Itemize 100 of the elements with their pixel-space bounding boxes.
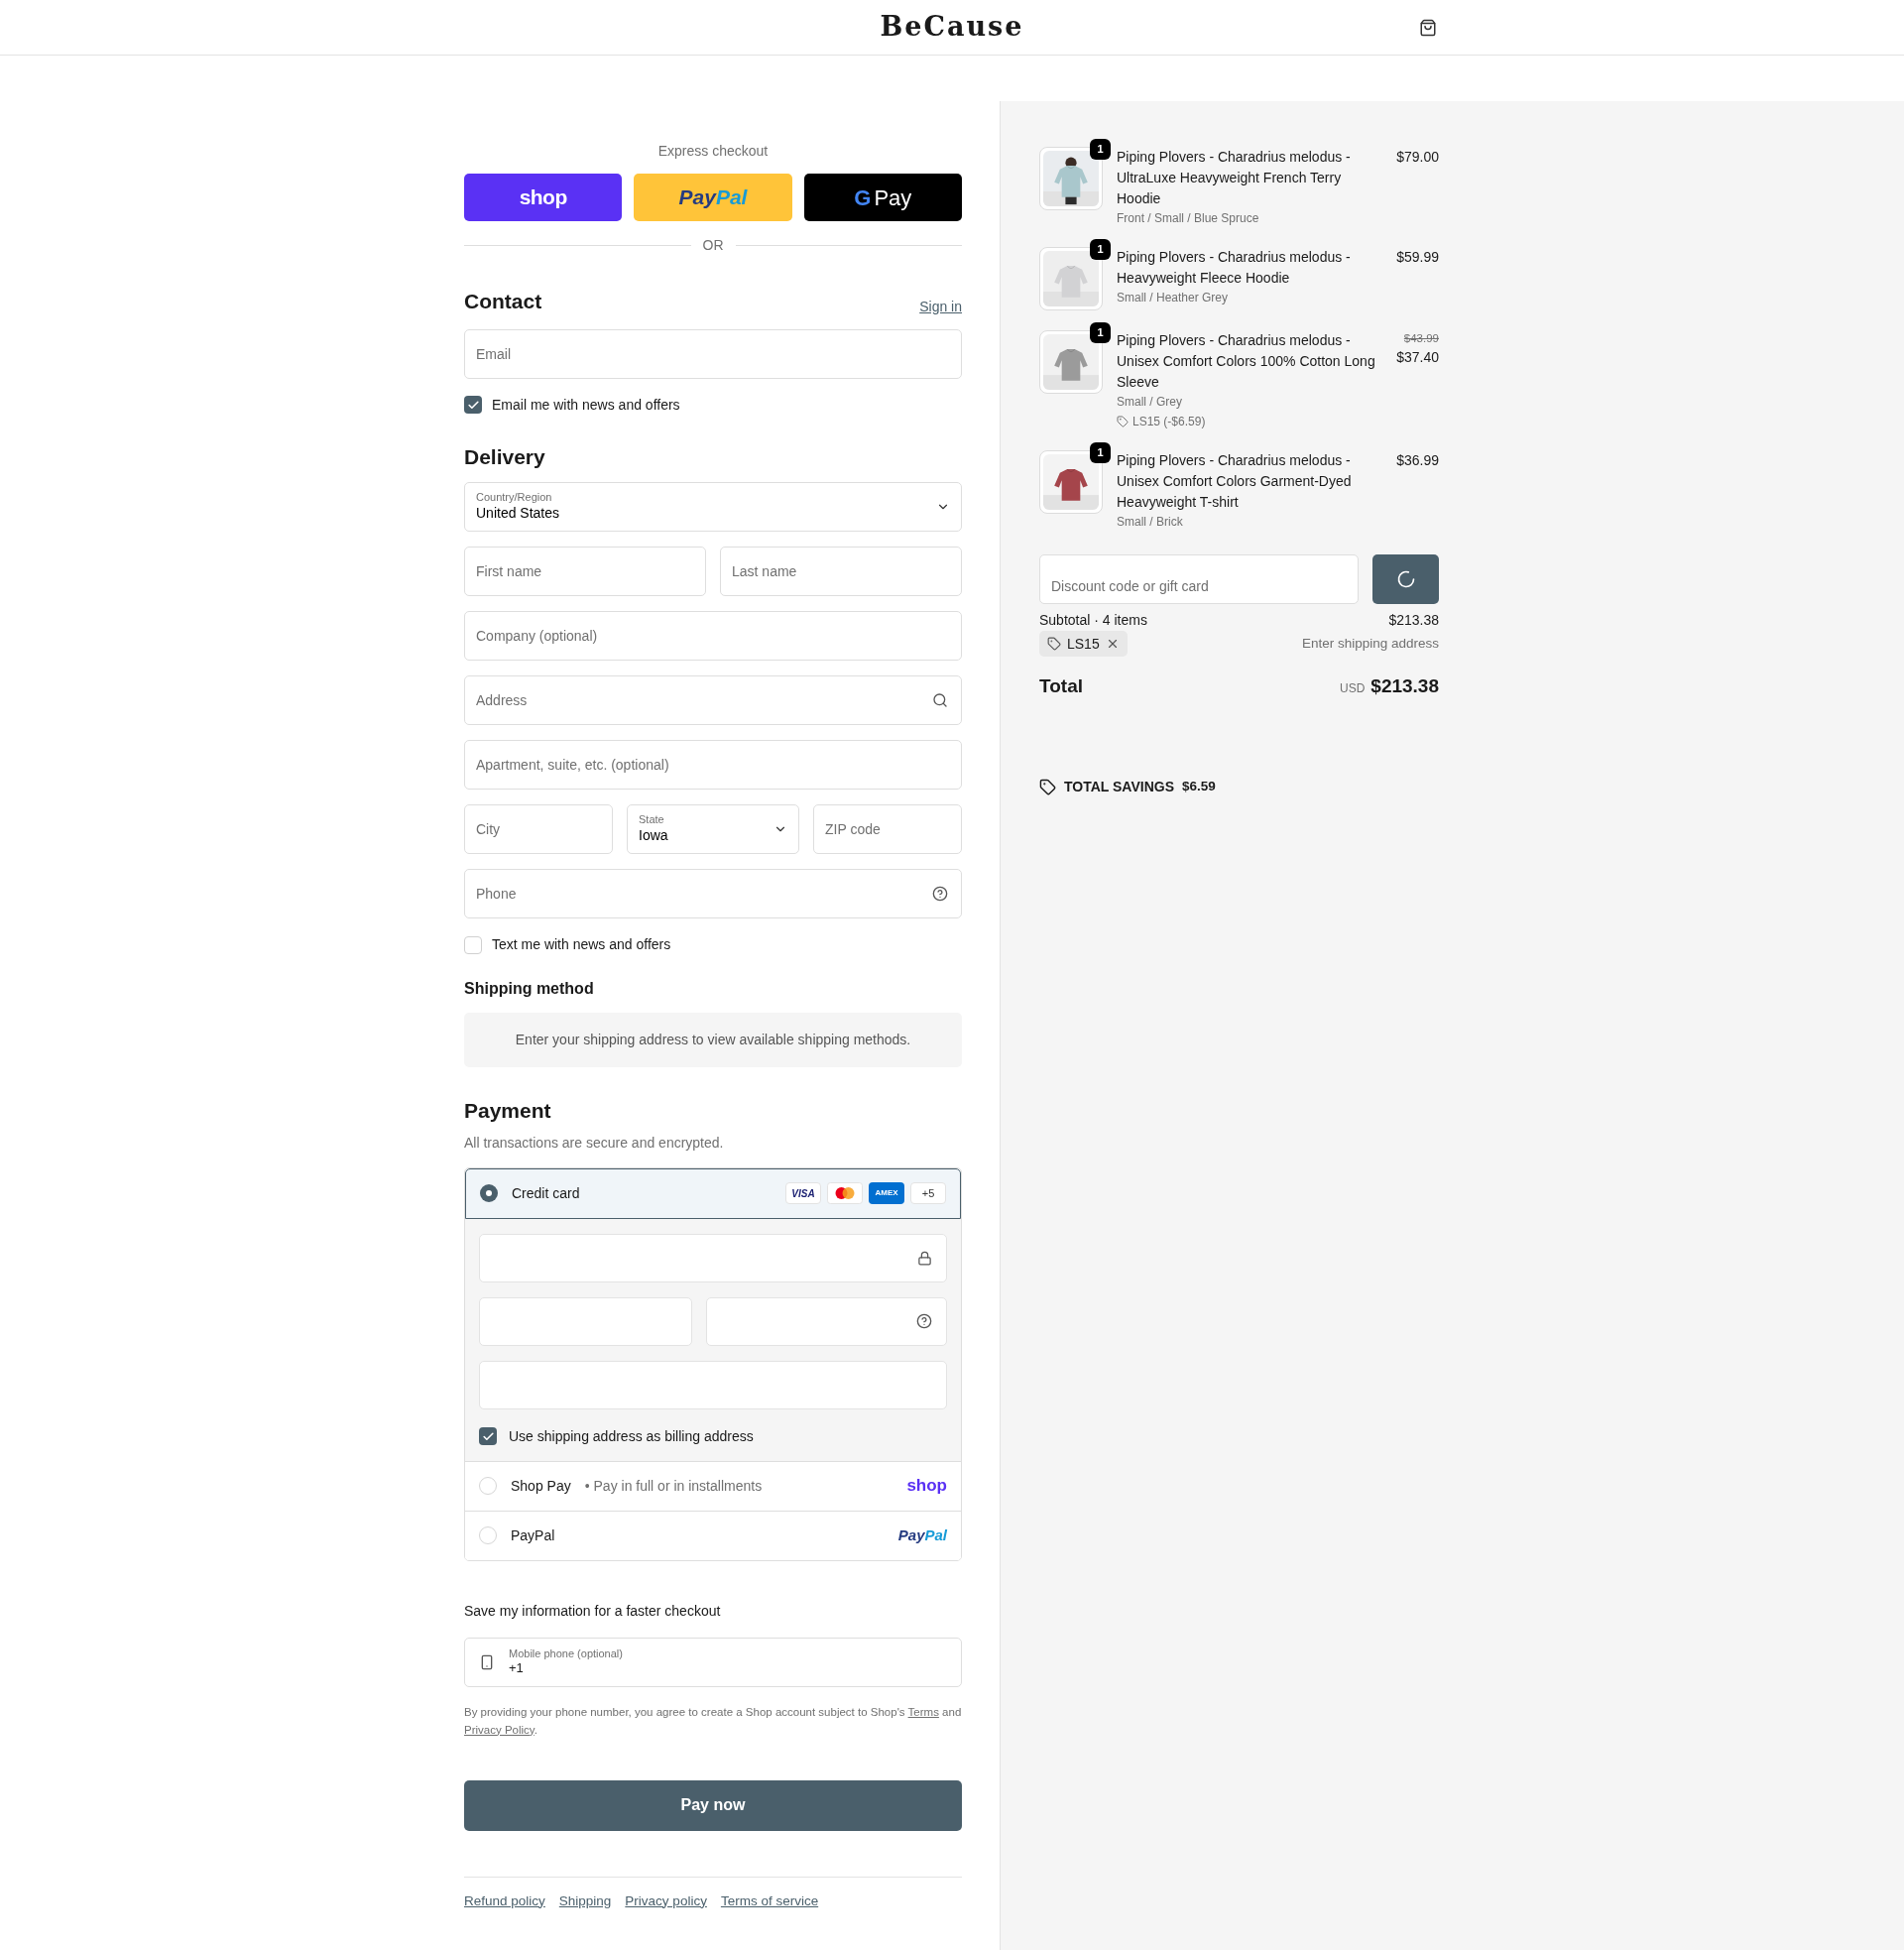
- product-name: Piping Plovers - Charadrius melodus - UltraLuxe Heavyweight French Terry Hoodie: [1117, 148, 1352, 208]
- subtotal-value: $213.38: [1388, 611, 1439, 630]
- tag-icon: [1047, 637, 1061, 651]
- help-icon[interactable]: [916, 1313, 932, 1329]
- shop-pay-logo: shop: [906, 1475, 947, 1498]
- visa-card-icon: VISA: [785, 1182, 821, 1204]
- total-value: $213.38: [1370, 674, 1439, 698]
- field-label: Country/Region: [476, 491, 553, 506]
- input-field[interactable]: Email: [464, 328, 962, 379]
- product-variant: Small / Brick: [1117, 514, 1184, 531]
- check-icon: [466, 398, 480, 412]
- product-price: $79.00: [1396, 148, 1439, 167]
- discount-code: LS15: [1067, 634, 1100, 654]
- section-subtitle: Save my information for a faster checkout: [464, 1601, 722, 1621]
- payment-option[interactable]: PayPal PayPal: [465, 1510, 961, 1560]
- more-cards-badge: +5: [910, 1182, 946, 1204]
- payment-option-label: PayPal: [511, 1525, 555, 1545]
- search-icon: [932, 692, 948, 708]
- google-pay-button[interactable]: G Pay: [803, 174, 962, 221]
- expiry-field[interactable]: [479, 1296, 692, 1346]
- quantity-badge: 1: [1090, 322, 1111, 343]
- section-heading: Contact: [464, 289, 542, 314]
- field-label: State: [639, 813, 665, 828]
- product-price: $59.99: [1396, 248, 1439, 267]
- product-price: $36.99: [1396, 451, 1439, 470]
- privacy-policy-link[interactable]: Privacy Policy: [464, 1723, 535, 1736]
- select-field[interactable]: Country/Region United States: [464, 482, 962, 532]
- compare-price: $43.99: [1403, 331, 1439, 346]
- input-field[interactable]: Last name: [720, 547, 962, 596]
- currency-code: USD: [1339, 680, 1366, 697]
- spinner-icon: [1395, 569, 1416, 589]
- card-number-field[interactable]: [479, 1233, 947, 1282]
- input-field[interactable]: ZIP code: [813, 804, 962, 854]
- legal-text: By providing your phone number, you agree to create a Shop account subject to Shop's Terms and Privacy Policy.: [464, 1704, 962, 1738]
- payment-option-detail: • Pay in full or in installments: [584, 1476, 763, 1496]
- radio-button[interactable]: [480, 1184, 498, 1202]
- quantity-badge: 1: [1090, 442, 1111, 463]
- sign-in-link[interactable]: Sign in: [919, 296, 962, 317]
- product-variant: Front / Small / Blue Spruce: [1117, 210, 1260, 227]
- discount-field[interactable]: Discount code or gift card: [1039, 554, 1359, 604]
- discount-label: LS15 (-$6.59): [1132, 414, 1206, 430]
- input-field[interactable]: Company (optional): [464, 611, 962, 661]
- tag-icon: [1117, 416, 1129, 427]
- footer-link[interactable]: Shipping: [558, 1890, 612, 1911]
- mobile-phone-field[interactable]: Mobile phone (optional) +1: [464, 1637, 962, 1687]
- savings-label: TOTAL SAVINGS: [1064, 777, 1174, 796]
- checkbox[interactable]: [479, 1427, 497, 1445]
- section-heading: Delivery: [464, 443, 546, 470]
- security-code-field[interactable]: [706, 1296, 947, 1346]
- checkbox-label: Text me with news and offers: [492, 935, 671, 954]
- payment-option-label: Credit card: [512, 1183, 580, 1203]
- product-variant: Small / Grey: [1117, 394, 1183, 411]
- paypal-button[interactable]: PayPal: [634, 174, 792, 221]
- lock-icon: [917, 1250, 932, 1266]
- shopping-bag-icon[interactable]: [1419, 19, 1437, 37]
- divider-label: OR: [702, 236, 724, 255]
- input-field[interactable]: Apartment, suite, etc. (optional): [464, 740, 962, 790]
- checkbox[interactable]: [464, 935, 482, 954]
- paypal-logo: PayPal: [897, 1524, 947, 1545]
- section-heading: Shipping method: [464, 979, 595, 999]
- product-name: Piping Plovers - Charadrius melodus - Unisex Comfort Colors 100% Cotton Long Sleeve: [1117, 331, 1376, 392]
- radio-button[interactable]: [479, 1526, 497, 1544]
- section-subtitle: All transactions are secure and encrypted.: [464, 1133, 725, 1153]
- footer-link[interactable]: Terms of service: [720, 1890, 819, 1911]
- field-value: +1: [509, 1660, 525, 1677]
- product-name: Piping Plovers - Charadrius melodus - Unisex Comfort Colors Garment-Dyed Heavyweight T-shirt: [1117, 451, 1353, 512]
- checkbox[interactable]: [464, 396, 482, 414]
- radio-button[interactable]: [479, 1477, 497, 1495]
- checkbox-label: Use shipping address as billing address: [509, 1426, 754, 1446]
- store-logo[interactable]: BeCause: [880, 7, 1024, 48]
- pay-now-button[interactable]: Pay now: [464, 1779, 962, 1831]
- input-field[interactable]: Address: [464, 675, 962, 725]
- footer-link[interactable]: Privacy policy: [625, 1890, 707, 1911]
- product-name: Piping Plovers - Charadrius melodus - Heavyweight Fleece Hoodie: [1117, 248, 1352, 288]
- apply-button[interactable]: [1372, 554, 1439, 604]
- payment-option-label: Shop Pay: [511, 1476, 571, 1496]
- input-field[interactable]: First name: [464, 547, 706, 596]
- total-label: Total: [1039, 674, 1083, 698]
- input-field[interactable]: City: [464, 804, 613, 854]
- product-variant: Small / Heather Grey: [1117, 290, 1230, 306]
- field-value: Iowa: [639, 827, 668, 845]
- input-field[interactable]: Phone: [464, 869, 962, 918]
- select-field[interactable]: State Iowa: [627, 804, 799, 854]
- amex-card-icon: AMEX: [869, 1182, 904, 1204]
- name-on-card-field[interactable]: [479, 1360, 947, 1409]
- quantity-badge: 1: [1090, 139, 1111, 160]
- help-icon[interactable]: [932, 886, 948, 902]
- terms-link[interactable]: Terms: [907, 1705, 939, 1718]
- section-heading: Payment: [464, 1098, 552, 1124]
- footer-link[interactable]: Refund policy: [464, 1890, 545, 1911]
- savings-value: $6.59: [1182, 777, 1216, 795]
- shop-pay-button[interactable]: shop: [464, 174, 623, 221]
- payment-option[interactable]: Credit card VISA AMEX +5: [465, 1167, 961, 1219]
- tag-icon: [1039, 778, 1056, 795]
- section-label: Express checkout: [656, 142, 770, 161]
- subtotal-label: Subtotal · 4 items: [1039, 611, 1147, 630]
- field-label: Mobile phone (optional): [509, 1646, 623, 1661]
- quantity-badge: 1: [1090, 239, 1111, 260]
- product-price: $37.40: [1396, 348, 1439, 368]
- mastercard-icon: [827, 1182, 863, 1204]
